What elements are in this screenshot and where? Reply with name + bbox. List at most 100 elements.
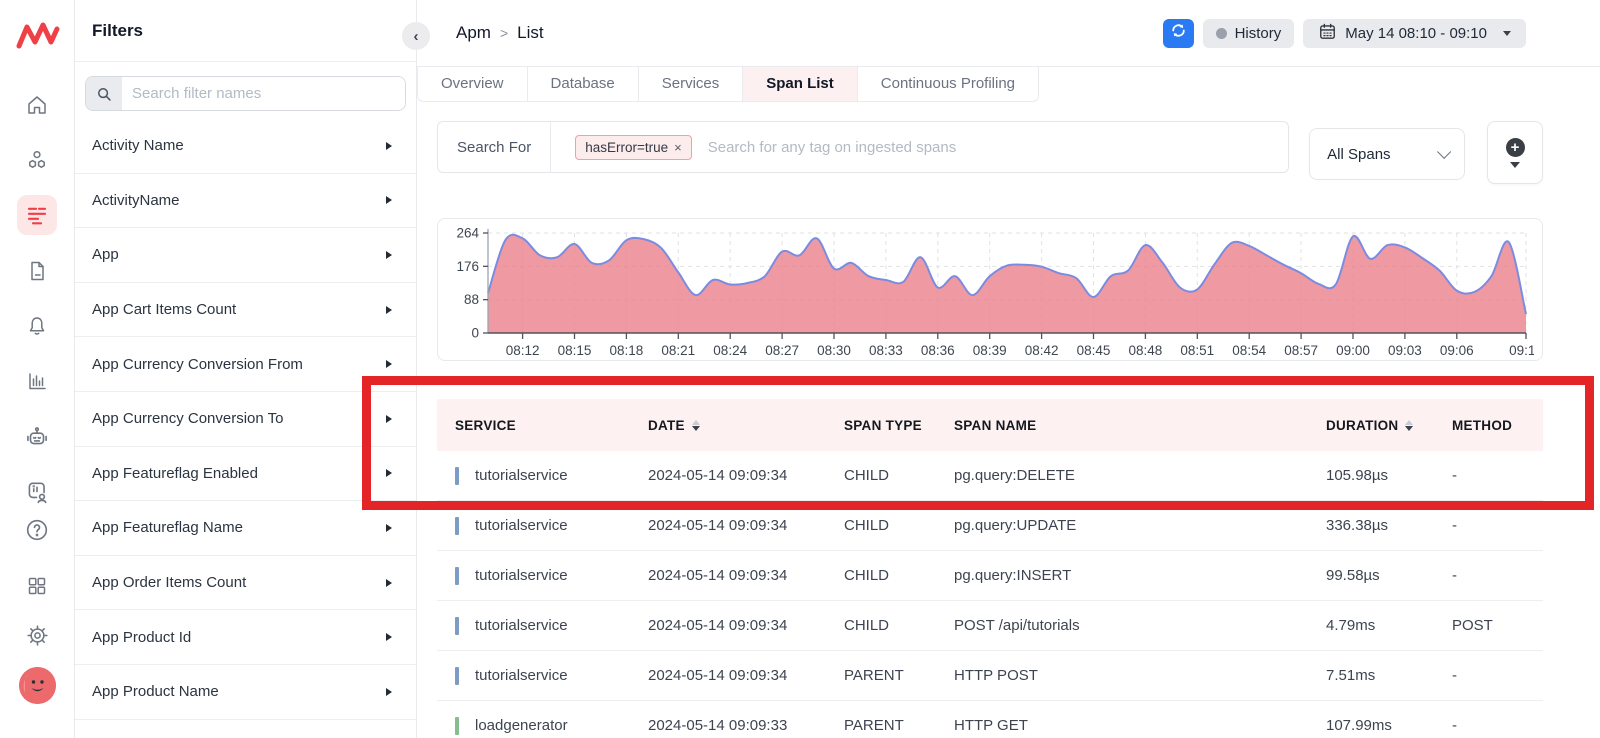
add-column-button[interactable]: + (1487, 121, 1543, 184)
cell-type: CHILD (826, 517, 936, 534)
filter-item[interactable]: App Featureflag Enabled (75, 447, 416, 502)
chevron-right-icon (386, 633, 392, 641)
table-row[interactable]: tutorialservice2024-05-14 09:09:34CHILDP… (437, 601, 1543, 651)
date-range-picker[interactable]: May 14 08:10 - 09:10 (1303, 19, 1526, 48)
column-header-duration[interactable]: DURATION (1308, 418, 1434, 433)
settings-gear-icon[interactable] (23, 621, 51, 649)
filter-item[interactable]: App Featureflag Name (75, 501, 416, 556)
help-icon[interactable] (23, 516, 51, 544)
type-value: PARENT (844, 717, 904, 734)
svg-text:08:30: 08:30 (817, 343, 851, 358)
filters-header: Filters (75, 0, 416, 62)
logs-icon[interactable] (23, 257, 51, 285)
name-value: HTTP POST (954, 667, 1038, 684)
cell-date: 2024-05-14 09:09:34 (630, 517, 826, 534)
cell-name: pg.query:UPDATE (936, 517, 1308, 534)
filter-item-label: App Featureflag Name (92, 519, 243, 536)
cell-service: tutorialservice (437, 667, 630, 685)
cell-duration: 99.58µs (1308, 567, 1434, 584)
filter-item[interactable]: App Currency Conversion To (75, 392, 416, 447)
svg-text:08:57: 08:57 (1284, 343, 1318, 358)
span-count-chart[interactable]: 08817626408:1208:1508:1808:2108:2408:270… (437, 218, 1543, 361)
table-row[interactable]: tutorialservice2024-05-14 09:09:34CHILDp… (437, 451, 1543, 501)
cell-duration: 7.51ms (1308, 667, 1434, 684)
cell-duration: 4.79ms (1308, 617, 1434, 634)
service-marker (455, 667, 459, 685)
breadcrumb-apm[interactable]: Apm (456, 23, 491, 43)
history-button[interactable]: History (1203, 19, 1295, 48)
dashboards-chart-icon[interactable] (23, 367, 51, 395)
method-value: - (1452, 517, 1457, 534)
span-type-select[interactable]: All Spans (1309, 128, 1465, 180)
cell-date: 2024-05-14 09:09:33 (630, 717, 826, 734)
table-row[interactable]: tutorialservice2024-05-14 09:09:34PARENT… (437, 651, 1543, 701)
chevron-right-icon (386, 579, 392, 587)
tab-continuous-profiling[interactable]: Continuous Profiling (857, 67, 1039, 102)
cell-type: CHILD (826, 617, 936, 634)
chevron-right-icon (386, 469, 392, 477)
date-range-label: May 14 08:10 - 09:10 (1345, 25, 1487, 42)
sort-icon[interactable] (1405, 420, 1413, 431)
svg-text:08:45: 08:45 (1077, 343, 1111, 358)
filter-item[interactable]: App Currency Conversion From (75, 337, 416, 392)
filter-item[interactable]: Activity Name (75, 119, 416, 174)
svg-text:0: 0 (471, 326, 479, 341)
svg-text:08:21: 08:21 (661, 343, 695, 358)
refresh-button[interactable] (1163, 19, 1194, 48)
filter-item[interactable]: App Order Items Count (75, 556, 416, 611)
apm-traces-icon[interactable] (17, 195, 57, 235)
table-row[interactable]: tutorialservice2024-05-14 09:09:34CHILDp… (437, 501, 1543, 551)
date-value: 2024-05-14 09:09:34 (648, 467, 787, 484)
span-search-bar[interactable]: Search For hasError=true × Search for an… (437, 121, 1289, 173)
plus-circle-icon: + (1506, 138, 1525, 157)
duration-value: 99.58µs (1326, 567, 1380, 584)
filter-item-label: App Cart Items Count (92, 301, 236, 318)
ai-bot-icon[interactable] (23, 423, 51, 451)
user-avatar[interactable] (19, 667, 56, 704)
column-label: SERVICE (455, 418, 516, 433)
tab-overview[interactable]: Overview (417, 67, 528, 102)
filter-item[interactable]: App Cart Items Count (75, 283, 416, 338)
column-label: SPAN NAME (954, 418, 1036, 433)
infrastructure-icon[interactable] (23, 146, 51, 174)
cell-method: - (1434, 667, 1543, 684)
tab-database[interactable]: Database (527, 67, 639, 102)
home-icon[interactable] (23, 91, 51, 119)
sort-icon[interactable] (692, 420, 700, 431)
middleware-logo-icon[interactable] (14, 16, 62, 56)
breadcrumb-list[interactable]: List (517, 23, 543, 43)
tab-span-list[interactable]: Span List (742, 67, 858, 102)
filter-tag[interactable]: hasError=true × (575, 135, 692, 160)
collapse-panel-button[interactable]: ‹ (402, 22, 430, 50)
filter-item-label: App Featureflag Enabled (92, 465, 258, 482)
filter-item[interactable]: App Product Id (75, 610, 416, 665)
cell-method: - (1434, 567, 1543, 584)
svg-text:08:36: 08:36 (921, 343, 955, 358)
apps-grid-icon[interactable] (23, 572, 51, 600)
name-value: pg.query:INSERT (954, 567, 1071, 584)
cell-type: PARENT (826, 717, 936, 734)
table-row[interactable]: tutorialservice2024-05-14 09:09:34CHILDp… (437, 551, 1543, 601)
column-header-span-name: SPAN NAME (936, 418, 1308, 433)
alerts-bell-icon[interactable] (23, 312, 51, 340)
filter-item[interactable]: App Product Name (75, 665, 416, 720)
cell-service: loadgenerator (437, 717, 630, 735)
column-label: METHOD (1452, 418, 1512, 433)
cell-service: tutorialservice (437, 467, 630, 485)
column-header-date[interactable]: DATE (630, 418, 826, 433)
session-replay-icon[interactable] (23, 478, 51, 506)
history-label: History (1235, 25, 1282, 42)
filter-item-label: App Currency Conversion To (92, 410, 283, 427)
tag-close-icon[interactable]: × (674, 140, 682, 155)
table-row[interactable]: loadgenerator2024-05-14 09:09:33PARENTHT… (437, 701, 1543, 738)
service-value: tutorialservice (475, 567, 568, 584)
svg-text:08:51: 08:51 (1180, 343, 1214, 358)
table-header-row: SERVICEDATESPAN TYPESPAN NAMEDURATIONMET… (437, 399, 1543, 451)
filter-search-input[interactable] (122, 77, 405, 110)
tab-services[interactable]: Services (638, 67, 744, 102)
filter-item[interactable]: App (75, 228, 416, 283)
filter-item[interactable]: ActivityName (75, 174, 416, 229)
method-value: - (1452, 717, 1457, 734)
filters-title: Filters (92, 21, 143, 41)
filter-item-label: Activity Name (92, 137, 184, 154)
